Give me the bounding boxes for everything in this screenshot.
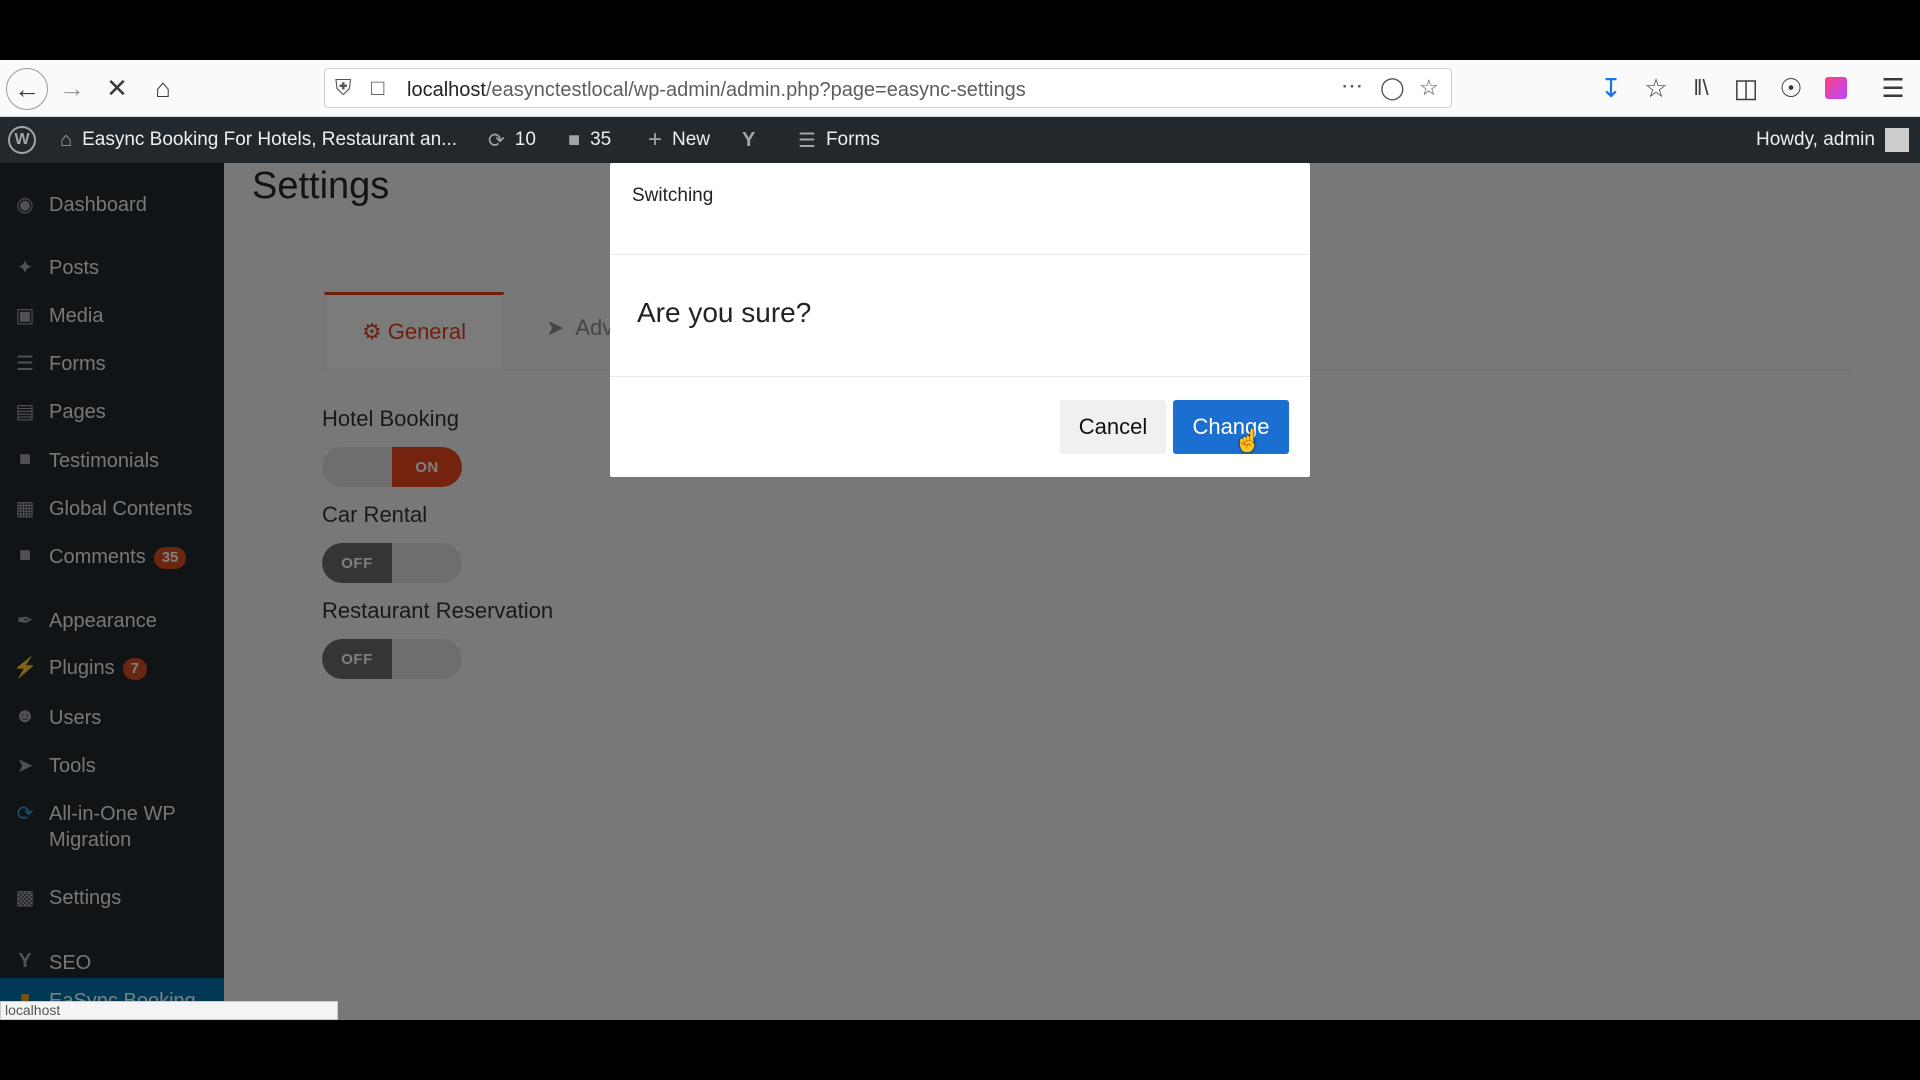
site-name-link[interactable]: ⌂ Easync Booking For Hotels, Restaurant …: [60, 117, 457, 163]
home-icon[interactable]: ⌂: [144, 69, 182, 107]
wordpress-logo-icon[interactable]: W: [8, 117, 36, 163]
more-icon[interactable]: ⋯: [1341, 73, 1363, 99]
account-icon[interactable]: ☉: [1772, 69, 1810, 107]
dialog-title: Switching: [632, 185, 714, 206]
pocket-icon[interactable]: ◯: [1380, 75, 1405, 101]
new-label: New: [672, 129, 711, 150]
plus-icon: +: [648, 126, 663, 153]
sidebar-icon[interactable]: ◫: [1727, 69, 1765, 107]
forms-link[interactable]: ☰ Forms: [798, 117, 880, 163]
avatar: [1884, 128, 1909, 152]
admin-bar: W ⌂ Easync Booking For Hotels, Restauran…: [0, 117, 1920, 163]
bookmarks-icon[interactable]: ☆: [1637, 69, 1675, 107]
back-icon[interactable]: ←: [6, 68, 48, 110]
refresh-icon: ⟳: [488, 129, 505, 152]
comments-count: 35: [590, 129, 612, 150]
account-menu[interactable]: Howdy, admin: [1756, 117, 1909, 163]
cancel-button[interactable]: Cancel: [1060, 400, 1166, 454]
yoast-link[interactable]: Y: [742, 117, 765, 163]
page-icon[interactable]: □: [371, 75, 384, 101]
download-icon[interactable]: ↧: [1592, 69, 1630, 107]
change-button[interactable]: Change: [1173, 400, 1289, 454]
comments-link[interactable]: ■ 35: [568, 117, 611, 163]
dialog-question: Are you sure?: [637, 297, 812, 328]
home-icon: ⌂: [60, 128, 73, 151]
forms-icon: ☰: [798, 129, 816, 152]
bookmark-star-icon[interactable]: ☆: [1419, 75, 1439, 101]
status-bar: localhost: [0, 1001, 338, 1020]
site-name-label: Easync Booking For Hotels, Restaurant an…: [82, 129, 458, 150]
extension-icon[interactable]: [1817, 69, 1855, 107]
forward-icon[interactable]: →: [53, 69, 91, 107]
howdy-label: Howdy, admin: [1756, 129, 1875, 150]
library-icon[interactable]: ‖\: [1682, 69, 1720, 107]
comment-icon: ■: [568, 128, 581, 151]
yoast-icon: Y: [742, 128, 756, 151]
menu-icon[interactable]: ☰: [1874, 69, 1912, 107]
browser-toolbar: ← → ✕ ⌂ ⛨ □ localhost/easynctestlocal/wp…: [0, 60, 1920, 117]
url-text[interactable]: localhost/easynctestlocal/wp-admin/admin…: [407, 79, 1026, 102]
updates-count: 10: [514, 129, 536, 150]
forms-label: Forms: [825, 129, 880, 150]
dialog-body: Are you sure?: [610, 255, 1310, 377]
updates-link[interactable]: ⟳ 10: [488, 117, 536, 163]
stop-icon[interactable]: ✕: [98, 69, 136, 107]
hand-cursor-icon: ☝: [1234, 428, 1262, 453]
shield-icon[interactable]: ⛨: [335, 75, 352, 101]
dialog-header: Switching: [610, 163, 1310, 255]
new-content-link[interactable]: + New: [648, 117, 710, 163]
confirm-dialog: Switching Are you sure? Cancel Change: [610, 163, 1310, 477]
url-bar[interactable]: ⛨ □ localhost/easynctestlocal/wp-admin/a…: [324, 68, 1452, 108]
